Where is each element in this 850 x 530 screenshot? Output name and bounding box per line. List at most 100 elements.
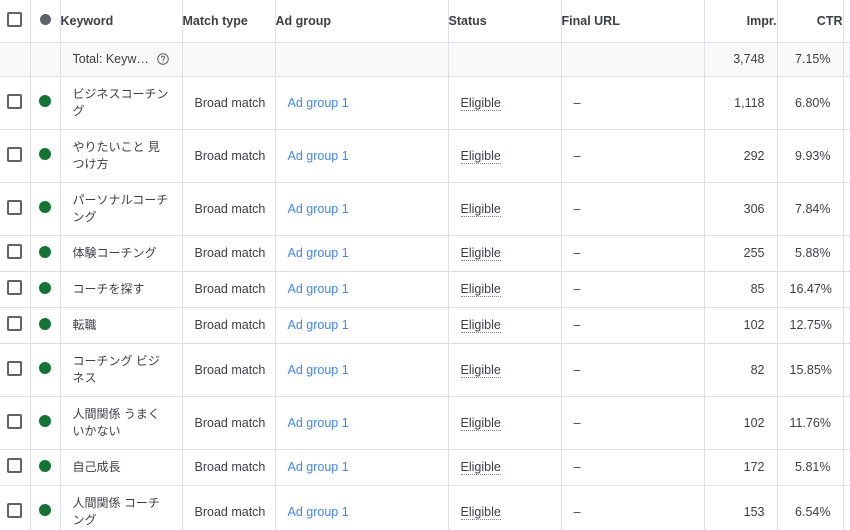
cell-keyword[interactable]: コーチを探す <box>60 271 183 308</box>
table-row[interactable]: 転職 Broad match Ad group 1 Eligible – 102 12.75… <box>0 307 850 344</box>
cell-status[interactable]: Eligible <box>448 449 562 486</box>
row-status-dot-cell <box>30 343 61 397</box>
cell-status[interactable]: Eligible <box>448 235 562 272</box>
table-row[interactable]: コーチを探す Broad match Ad group 1 Eligible – 85 16… <box>0 271 850 308</box>
row-checkbox-cell[interactable] <box>0 271 31 308</box>
row-checkbox-cell[interactable] <box>0 307 31 344</box>
match-type-text: Broad match <box>194 362 266 377</box>
row-checkbox[interactable] <box>7 93 23 109</box>
table-row[interactable]: やりたいこと 見つけ方 Broad match Ad group 1 Eligible… <box>0 129 850 183</box>
status-badge-eligible[interactable]: Eligible <box>460 318 501 333</box>
ad-group-link[interactable]: Ad group 1 <box>288 363 349 377</box>
select-all-checkbox[interactable] <box>7 11 23 27</box>
cell-status[interactable]: Eligible <box>448 343 562 397</box>
cell-ad-group[interactable]: Ad group 1 <box>275 235 449 272</box>
row-checkbox-cell[interactable] <box>0 485 31 530</box>
help-icon[interactable] <box>156 52 170 66</box>
cell-keyword[interactable]: パーソナルコーチング <box>60 182 183 236</box>
cell-status[interactable]: Eligible <box>448 182 562 236</box>
cell-ad-group[interactable]: Ad group 1 <box>275 271 449 308</box>
table-row[interactable]: パーソナルコーチング Broad match Ad group 1 Eligible –… <box>0 182 850 236</box>
cell-status[interactable]: Eligible <box>448 76 562 130</box>
row-checkbox[interactable] <box>7 280 23 295</box>
row-checkbox-cell[interactable] <box>0 343 31 397</box>
match-type-text: Broad match <box>194 460 266 474</box>
select-all-header-cell[interactable] <box>0 0 31 43</box>
ad-group-link[interactable]: Ad group 1 <box>288 460 349 474</box>
cell-keyword[interactable]: 人間関係 コーチング <box>60 485 183 530</box>
status-badge-eligible[interactable]: Eligible <box>460 246 501 261</box>
row-checkbox[interactable] <box>7 316 23 331</box>
ad-group-link[interactable]: Ad group 1 <box>288 96 349 110</box>
cell-ad-group[interactable]: Ad group 1 <box>275 129 449 183</box>
table-row[interactable]: コーチング ビジネス Broad match Ad group 1 Eligible –… <box>0 343 850 397</box>
cell-keyword[interactable]: コーチング ビジネス <box>60 343 183 397</box>
ad-group-link[interactable]: Ad group 1 <box>288 246 349 260</box>
row-checkbox[interactable] <box>7 360 23 376</box>
column-header-status[interactable]: Status <box>448 0 562 43</box>
row-checkbox[interactable] <box>7 413 23 429</box>
table-row[interactable]: ビジネスコーチング Broad match Ad group 1 Eligible – 1… <box>0 76 850 130</box>
row-status-dot-cell <box>30 485 61 530</box>
cell-keyword[interactable]: 体験コーチング <box>60 235 183 272</box>
ad-group-link[interactable]: Ad group 1 <box>288 282 349 296</box>
ad-group-link[interactable]: Ad group 1 <box>288 202 349 216</box>
status-badge-eligible[interactable]: Eligible <box>460 504 501 520</box>
ad-group-link[interactable]: Ad group 1 <box>288 505 349 519</box>
column-header-ad-group[interactable]: Ad group <box>275 0 449 43</box>
row-checkbox-cell[interactable] <box>0 449 31 486</box>
status-dot-icon <box>39 95 51 107</box>
cell-ad-group[interactable]: Ad group 1 <box>275 307 449 344</box>
status-dot-icon <box>39 245 51 258</box>
column-header-ctr[interactable]: CTR <box>777 0 844 43</box>
cell-ad-group[interactable]: Ad group 1 <box>275 76 449 130</box>
status-badge-eligible[interactable]: Eligible <box>460 282 501 297</box>
cell-status[interactable]: Eligible <box>448 485 562 530</box>
row-checkbox[interactable] <box>7 199 23 215</box>
row-checkbox-cell[interactable] <box>0 182 31 236</box>
cell-ad-group[interactable]: Ad group 1 <box>275 449 449 486</box>
status-badge-eligible[interactable]: Eligible <box>460 95 501 111</box>
row-checkbox[interactable] <box>7 502 23 518</box>
cell-keyword[interactable]: 自己成長 <box>60 449 183 486</box>
status-badge-eligible[interactable]: Eligible <box>460 201 501 217</box>
cell-ad-group[interactable]: Ad group 1 <box>275 343 449 397</box>
cell-status[interactable]: Eligible <box>448 396 562 450</box>
ad-group-link[interactable]: Ad group 1 <box>288 318 349 332</box>
cell-ad-group[interactable]: Ad group 1 <box>275 396 449 450</box>
row-checkbox-cell[interactable] <box>0 129 31 183</box>
row-checkbox-cell[interactable] <box>0 235 31 272</box>
column-header-final-url[interactable]: Final URL <box>561 0 705 43</box>
table-row[interactable]: 体験コーチング Broad match Ad group 1 Eligible – 255… <box>0 235 850 272</box>
cell-ad-group[interactable]: Ad group 1 <box>275 485 449 530</box>
row-checkbox[interactable] <box>7 146 23 162</box>
cell-keyword[interactable]: 人間関係 うまくいかない <box>60 396 183 450</box>
cell-keyword[interactable]: やりたいこと 見つけ方 <box>60 129 183 183</box>
column-header-impressions[interactable]: Impr. <box>704 0 778 43</box>
ad-group-link[interactable]: Ad group 1 <box>288 149 349 163</box>
column-header-keyword[interactable]: Keyword <box>60 0 183 43</box>
table-row[interactable]: 人間関係 コーチング Broad match Ad group 1 Eligible –… <box>0 485 850 530</box>
cell-keyword[interactable]: 転職 <box>60 307 183 344</box>
status-badge-eligible[interactable]: Eligible <box>460 415 501 431</box>
row-checkbox[interactable] <box>7 244 23 259</box>
row-checkbox-cell[interactable] <box>0 396 31 450</box>
cell-keyword[interactable]: ビジネスコーチング <box>60 76 183 130</box>
cell-status[interactable]: Eligible <box>448 307 562 344</box>
cell-status[interactable]: Eligible <box>448 129 562 183</box>
row-checkbox-cell[interactable] <box>0 76 31 130</box>
ad-group-link[interactable]: Ad group 1 <box>288 416 349 430</box>
final-url-text: – <box>573 95 581 110</box>
row-checkbox[interactable] <box>7 458 23 473</box>
status-badge-eligible[interactable]: Eligible <box>460 148 501 164</box>
cell-ad-group[interactable]: Ad group 1 <box>275 182 449 236</box>
status-badge-eligible[interactable]: Eligible <box>460 460 501 475</box>
column-header-match-type[interactable]: Match type <box>182 0 276 43</box>
keyword-text: 体験コーチング <box>72 245 157 260</box>
cell-match-type: Broad match <box>182 129 276 183</box>
cell-ctr: 16.47% <box>777 271 844 308</box>
table-row[interactable]: 自己成長 Broad match Ad group 1 Eligible – 172 5.8… <box>0 449 850 486</box>
status-badge-eligible[interactable]: Eligible <box>460 362 501 378</box>
cell-status[interactable]: Eligible <box>448 271 562 308</box>
table-row[interactable]: 人間関係 うまくいかない Broad match Ad group 1 Eligibl… <box>0 396 850 450</box>
